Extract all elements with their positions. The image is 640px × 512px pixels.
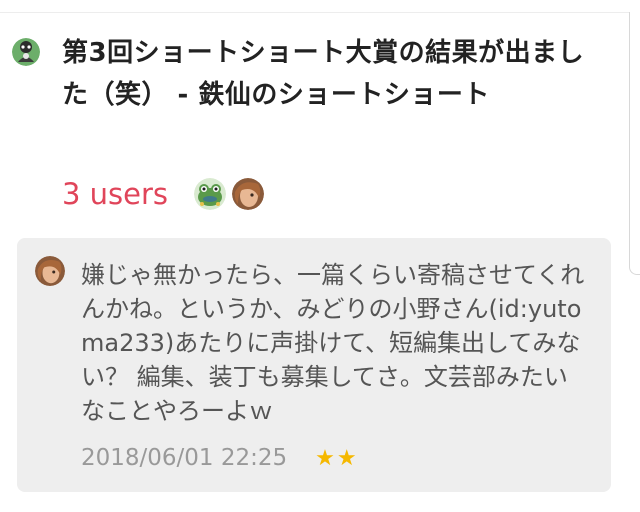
star-icon[interactable]: ★★ (315, 446, 358, 471)
comment-timestamp-link[interactable]: 2018/06/01 22:25 (81, 445, 287, 471)
side-panel-edge[interactable] (629, 12, 640, 275)
commenter-avatar[interactable] (35, 256, 65, 286)
user-avatar-person[interactable] (232, 178, 265, 210)
entry-owner-avatar[interactable] (12, 38, 40, 66)
comment-text: 嫌じゃ無かったら、一篇くらい寄稿させてくれんかね。というか、みどりの小野さん(i… (81, 261, 585, 425)
comment-meta: 2018/06/01 22:25 ★★ (81, 442, 359, 474)
top-divider (0, 12, 630, 13)
users-row: 3 users (62, 174, 265, 214)
bookmark-entry-page: 第3回ショートショート大賞の結果が出ました（笑） - 鉄仙のショートショート 3… (0, 0, 640, 512)
user-avatar-frog[interactable] (194, 178, 227, 210)
entry-title-link[interactable]: 第3回ショートショート大賞の結果が出ました（笑） - 鉄仙のショートショート (62, 32, 602, 116)
comment-card: 嫌じゃ無かったら、一篇くらい寄稿させてくれんかね。というか、みどりの小野さん(i… (17, 238, 611, 492)
users-count-link[interactable]: 3 users (62, 174, 168, 214)
